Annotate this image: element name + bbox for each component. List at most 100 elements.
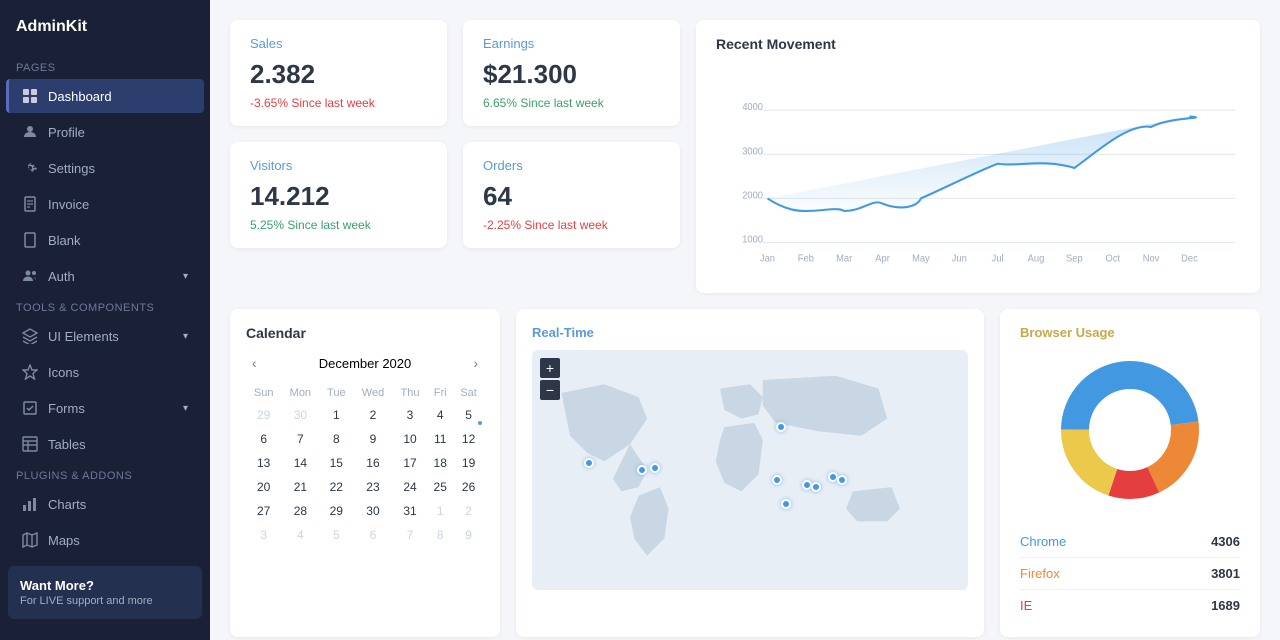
- sidebar-item-settings[interactable]: Settings: [6, 151, 204, 185]
- browser-name: Firefox: [1020, 566, 1060, 581]
- calendar-day[interactable]: 14: [281, 451, 319, 475]
- calendar-next-button[interactable]: ›: [467, 353, 484, 373]
- bar-chart-icon: [22, 496, 38, 512]
- calendar-day[interactable]: 6: [353, 523, 393, 547]
- calendar-day-header: Sat: [453, 383, 484, 403]
- visitors-label: Visitors: [250, 158, 427, 173]
- sidebar-label-tables: Tables: [48, 437, 86, 452]
- sidebar-label-profile: Profile: [48, 125, 85, 140]
- calendar-day[interactable]: 29: [246, 403, 281, 427]
- calendar-day[interactable]: 4: [281, 523, 319, 547]
- browser-row: Firefox3801: [1020, 558, 1240, 590]
- calendar-day[interactable]: 26: [453, 475, 484, 499]
- calendar-day[interactable]: 29: [319, 499, 353, 523]
- calendar-day[interactable]: 9: [353, 427, 393, 451]
- calendar-day[interactable]: 2: [353, 403, 393, 427]
- calendar-day[interactable]: 22: [319, 475, 353, 499]
- calendar-day[interactable]: 27: [246, 499, 281, 523]
- browser-row: Chrome4306: [1020, 526, 1240, 558]
- sidebar-item-auth[interactable]: Auth ▾: [6, 259, 204, 293]
- sidebar-item-forms[interactable]: Forms ▾: [6, 391, 204, 425]
- sidebar-item-icons[interactable]: Icons: [6, 355, 204, 389]
- gear-icon: [22, 160, 38, 176]
- calendar-day[interactable]: 31: [393, 499, 427, 523]
- sidebar-label-icons: Icons: [48, 365, 79, 380]
- svg-text:Jan: Jan: [760, 253, 775, 265]
- calendar-day[interactable]: 1: [427, 499, 453, 523]
- sidebar-item-profile[interactable]: Profile: [6, 115, 204, 149]
- browser-name: Chrome: [1020, 534, 1066, 549]
- calendar-day[interactable]: 10: [393, 427, 427, 451]
- calendar-prev-button[interactable]: ‹: [246, 353, 263, 373]
- calendar-day[interactable]: 7: [393, 523, 427, 547]
- calendar-day[interactable]: 16: [353, 451, 393, 475]
- calendar-day[interactable]: 5: [319, 523, 353, 547]
- sidebar-label-dashboard: Dashboard: [48, 89, 112, 104]
- map-dot: [837, 475, 847, 485]
- calendar-day[interactable]: 18: [427, 451, 453, 475]
- map-dot: [637, 465, 647, 475]
- calendar-day-header: Fri: [427, 383, 453, 403]
- sidebar: AdminKit Pages Dashboard Profile Setting…: [0, 0, 210, 640]
- sidebar-label-auth: Auth: [48, 269, 75, 284]
- stats-pair-bottom: Visitors 14.212 5.25% Since last week Or…: [230, 142, 680, 248]
- realtime-title: Real-Time: [532, 325, 968, 340]
- svg-text:Mar: Mar: [836, 253, 853, 265]
- calendar-day[interactable]: 19: [453, 451, 484, 475]
- calendar-day[interactable]: 6: [246, 427, 281, 451]
- calendar-day[interactable]: 15: [319, 451, 353, 475]
- calendar-day[interactable]: 30: [353, 499, 393, 523]
- browser-count: 1689: [1211, 598, 1240, 613]
- sidebar-item-invoice[interactable]: Invoice: [6, 187, 204, 221]
- calendar-day[interactable]: 7: [281, 427, 319, 451]
- calendar-day[interactable]: 25: [427, 475, 453, 499]
- stats-pair-top: Sales 2.382 -3.65% Since last week Earni…: [230, 20, 680, 126]
- calendar-day[interactable]: 3: [393, 403, 427, 427]
- calendar-day[interactable]: 1: [319, 403, 353, 427]
- sales-value: 2.382: [250, 59, 427, 90]
- calendar-day[interactable]: 17: [393, 451, 427, 475]
- calendar-day[interactable]: 8: [319, 427, 353, 451]
- tools-section-label: Tools & Components: [0, 294, 210, 318]
- calendar-day[interactable]: 28: [281, 499, 319, 523]
- calendar-day[interactable]: 23: [353, 475, 393, 499]
- visitors-value: 14.212: [250, 181, 427, 212]
- map-zoom-out-button[interactable]: −: [540, 380, 560, 400]
- sidebar-item-maps[interactable]: Maps: [6, 523, 204, 557]
- user-icon: [22, 124, 38, 140]
- sidebar-item-dashboard[interactable]: Dashboard: [6, 79, 204, 113]
- calendar-day[interactable]: 8: [427, 523, 453, 547]
- calendar-day[interactable]: 24: [393, 475, 427, 499]
- orders-change: -2.25% Since last week: [483, 218, 660, 232]
- calendar-day[interactable]: 4: [427, 403, 453, 427]
- sidebar-item-blank[interactable]: Blank: [6, 223, 204, 257]
- map-zoom-in-button[interactable]: +: [540, 358, 560, 378]
- map-dot: [811, 482, 821, 492]
- calendar-day[interactable]: 2: [453, 499, 484, 523]
- visitors-change: 5.25% Since last week: [250, 218, 427, 232]
- calendar-day[interactable]: 13: [246, 451, 281, 475]
- browser-row: IE1689: [1020, 590, 1240, 621]
- sidebar-item-tables[interactable]: Tables: [6, 427, 204, 461]
- calendar-day-header: Mon: [281, 383, 319, 403]
- promo-title: Want More?: [20, 578, 190, 593]
- calendar-day-header: Tue: [319, 383, 353, 403]
- calendar-day[interactable]: 21: [281, 475, 319, 499]
- calendar-day[interactable]: 3: [246, 523, 281, 547]
- calendar-day[interactable]: 20: [246, 475, 281, 499]
- sidebar-item-ui-elements[interactable]: UI Elements ▾: [6, 319, 204, 353]
- map-icon: [22, 532, 38, 548]
- calendar-day[interactable]: 9: [453, 523, 484, 547]
- calendar-day[interactable]: 11: [427, 427, 453, 451]
- sales-label: Sales: [250, 36, 427, 51]
- map-dot: [650, 463, 660, 473]
- svg-text:Jul: Jul: [992, 253, 1004, 265]
- calendar-day[interactable]: 30: [281, 403, 319, 427]
- svg-text:Dec: Dec: [1181, 253, 1198, 265]
- sidebar-label-settings: Settings: [48, 161, 95, 176]
- calendar-day[interactable]: 12: [453, 427, 484, 451]
- sidebar-promo[interactable]: Want More? For LIVE support and more: [8, 566, 202, 619]
- svg-text:Feb: Feb: [798, 253, 815, 265]
- sidebar-item-charts[interactable]: Charts: [6, 487, 204, 521]
- calendar-day[interactable]: 5: [453, 403, 484, 427]
